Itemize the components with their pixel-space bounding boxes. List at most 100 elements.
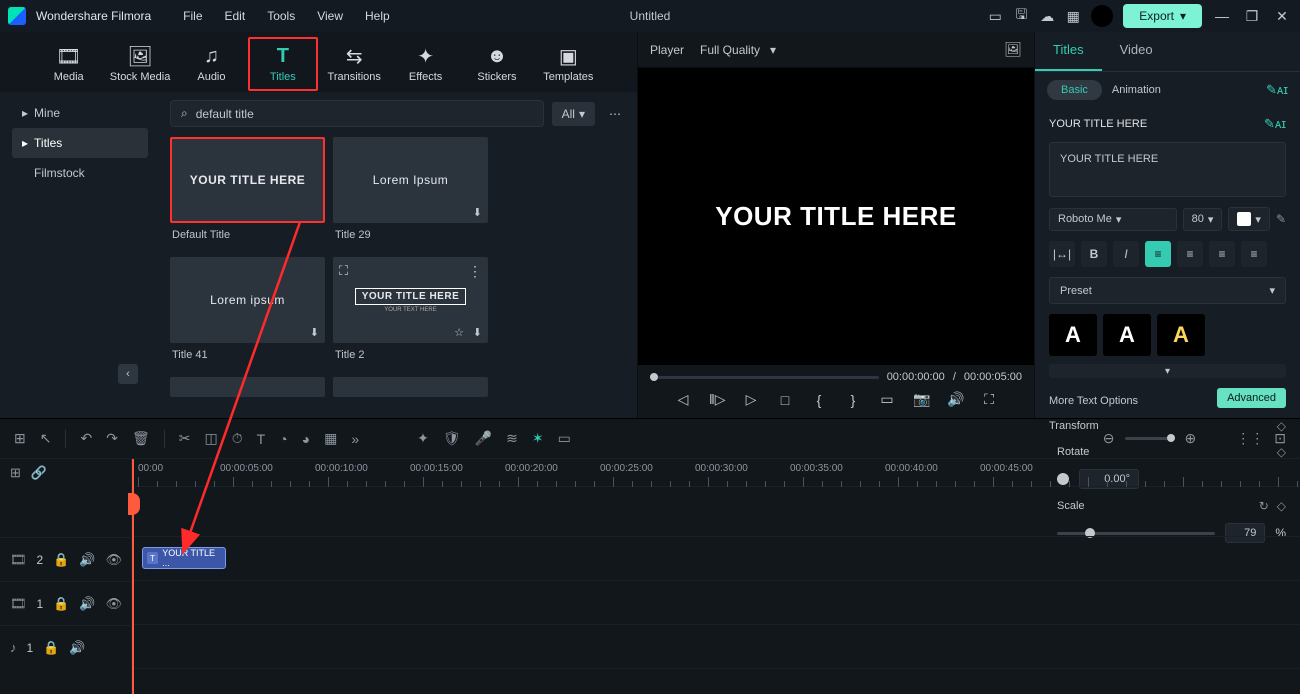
- minimize-button[interactable]: —: [1212, 8, 1232, 24]
- tab-stock-media[interactable]: 🖼 Stock Media: [105, 39, 174, 89]
- more-options-button[interactable]: ⋯: [603, 102, 627, 126]
- save-icon[interactable]: 🖫: [1013, 8, 1029, 24]
- mark-in-button[interactable]: {: [811, 392, 827, 408]
- download-icon[interactable]: ⬇: [310, 326, 319, 339]
- inspector-tab-video[interactable]: Video: [1102, 32, 1171, 71]
- play-button[interactable]: ▷: [743, 391, 759, 408]
- title-text-input[interactable]: YOUR TITLE HERE: [1049, 142, 1286, 197]
- inspector-tab-titles[interactable]: Titles: [1035, 32, 1102, 71]
- mark-out-button[interactable]: }: [845, 392, 861, 408]
- lock-icon[interactable]: 🔒: [43, 640, 59, 656]
- visibility-icon[interactable]: 👁: [106, 552, 123, 568]
- title-thumb[interactable]: ⛶ ⋮ YOUR TITLE HERE YOUR TEXT HERE ☆ ⬇ T…: [333, 257, 488, 367]
- timeline-ruler[interactable]: 00:00 00:00:05:00 00:00:10:00 00:00:15:0…: [132, 459, 1300, 487]
- audio-track-1[interactable]: [132, 625, 1300, 669]
- step-back-button[interactable]: ‖▷: [709, 391, 725, 408]
- sidebar-item-filmstock[interactable]: Filmstock: [12, 158, 148, 188]
- sidebar-item-mine[interactable]: ▸ Mine: [12, 98, 148, 128]
- advanced-button[interactable]: Advanced: [1217, 388, 1286, 408]
- undo-button[interactable]: ↶: [80, 430, 92, 447]
- download-icon[interactable]: ⬇: [473, 206, 482, 219]
- bold-button[interactable]: B: [1081, 241, 1107, 267]
- mixer-icon[interactable]: ≋: [506, 430, 518, 447]
- tab-templates[interactable]: ▣ Templates: [534, 39, 603, 89]
- italic-button[interactable]: I: [1113, 241, 1139, 267]
- visibility-icon[interactable]: 👁: [106, 596, 123, 612]
- text-icon[interactable]: T: [257, 431, 266, 447]
- eyedropper-icon[interactable]: ✎: [1276, 212, 1286, 226]
- snapshot-icon[interactable]: 🖼: [1004, 41, 1022, 58]
- scrubber-handle[interactable]: [650, 373, 658, 381]
- color-icon[interactable]: ◔: [279, 431, 287, 447]
- mute-icon[interactable]: 🔊: [69, 640, 85, 656]
- filter-dropdown[interactable]: All ▾: [552, 102, 595, 126]
- preset-option[interactable]: A: [1157, 314, 1205, 356]
- collapse-sidebar-button[interactable]: ‹: [118, 364, 138, 384]
- fullscreen-icon[interactable]: ⛶: [981, 391, 997, 408]
- menu-tools[interactable]: Tools: [261, 5, 301, 27]
- align-left-button[interactable]: ≡: [1145, 241, 1171, 267]
- mic-icon[interactable]: 🎤: [475, 430, 492, 447]
- preset-dropdown[interactable]: Preset ▾: [1049, 277, 1286, 304]
- link-icon[interactable]: 🔗: [31, 465, 47, 481]
- split-icon[interactable]: ✂: [179, 430, 191, 447]
- tab-titles[interactable]: T Titles: [248, 37, 317, 91]
- menu-help[interactable]: Help: [359, 5, 396, 27]
- scrubber[interactable]: [650, 376, 879, 379]
- ai-pen-icon[interactable]: ✎ᴀɪ: [1264, 116, 1286, 132]
- keyframe-icon[interactable]: ◇: [1277, 445, 1286, 459]
- zoom-slider[interactable]: [1125, 437, 1175, 440]
- kebab-menu-icon[interactable]: ⋮: [468, 263, 482, 280]
- tab-effects[interactable]: ✦ Effects: [391, 39, 460, 89]
- marker-icon[interactable]: 🛡: [443, 430, 461, 447]
- lock-icon[interactable]: 🔒: [53, 596, 69, 612]
- lock-icon[interactable]: 🔒: [53, 552, 69, 568]
- auto-icon[interactable]: ✦: [417, 430, 429, 447]
- prev-frame-button[interactable]: ◁: [675, 391, 691, 408]
- track-settings-icon[interactable]: ⊞: [10, 465, 21, 481]
- video-track-2[interactable]: T YOUR TITLE ...: [132, 537, 1300, 581]
- mask-icon[interactable]: ▦: [324, 430, 337, 447]
- title-thumb[interactable]: [333, 377, 488, 397]
- subtab-animation[interactable]: Animation: [1112, 84, 1161, 96]
- menu-edit[interactable]: Edit: [219, 5, 252, 27]
- beat-icon[interactable]: ✶: [532, 430, 544, 447]
- export-button[interactable]: Export ▾: [1123, 4, 1202, 28]
- favorite-icon[interactable]: ☆: [454, 326, 464, 339]
- preview-canvas[interactable]: YOUR TITLE HERE: [638, 68, 1034, 365]
- title-thumb[interactable]: [170, 377, 325, 397]
- playhead-handle[interactable]: [128, 493, 140, 515]
- expand-icon[interactable]: ⛶: [339, 263, 348, 279]
- search-box[interactable]: ⌕: [170, 100, 544, 127]
- tab-media[interactable]: 🎞 Media: [34, 39, 103, 89]
- volume-icon[interactable]: 🔊: [947, 391, 963, 408]
- camera-icon[interactable]: 📷: [913, 391, 929, 408]
- render-icon[interactable]: ▭: [558, 430, 571, 447]
- delete-button[interactable]: 🗑: [132, 430, 150, 447]
- crop-icon[interactable]: ◫: [204, 430, 217, 447]
- account-avatar[interactable]: [1091, 5, 1113, 27]
- expand-presets-button[interactable]: ▾: [1049, 364, 1286, 378]
- menu-view[interactable]: View: [311, 5, 349, 27]
- sidebar-item-titles[interactable]: ▸ Titles: [12, 128, 148, 158]
- spacing-button[interactable]: |↔|: [1049, 241, 1075, 267]
- greenscreen-icon[interactable]: ◕: [302, 431, 310, 447]
- title-thumb[interactable]: Lorem Ipsum ⬇ Title 29: [333, 137, 488, 247]
- mute-icon[interactable]: 🔊: [79, 552, 95, 568]
- video-track-1[interactable]: [132, 581, 1300, 625]
- select-tool-icon[interactable]: ⊞: [14, 430, 26, 447]
- preset-option[interactable]: A: [1103, 314, 1151, 356]
- quality-dropdown[interactable]: Full Quality ▾: [700, 43, 776, 57]
- subtab-basic[interactable]: Basic: [1047, 80, 1102, 100]
- align-center-button[interactable]: ≡: [1177, 241, 1203, 267]
- speed-icon[interactable]: ⏱: [232, 430, 243, 447]
- align-justify-button[interactable]: ≡: [1241, 241, 1267, 267]
- tab-stickers[interactable]: ☻ Stickers: [462, 39, 531, 89]
- ai-edit-icon[interactable]: ✎ᴀɪ: [1266, 82, 1288, 98]
- font-family-dropdown[interactable]: Roboto Me▾: [1049, 208, 1177, 231]
- search-input[interactable]: [196, 107, 533, 121]
- qr-icon[interactable]: ▦: [1065, 8, 1081, 24]
- redo-button[interactable]: ↷: [106, 430, 118, 447]
- preset-option[interactable]: A: [1049, 314, 1097, 356]
- display-mode-icon[interactable]: ▭: [879, 391, 895, 408]
